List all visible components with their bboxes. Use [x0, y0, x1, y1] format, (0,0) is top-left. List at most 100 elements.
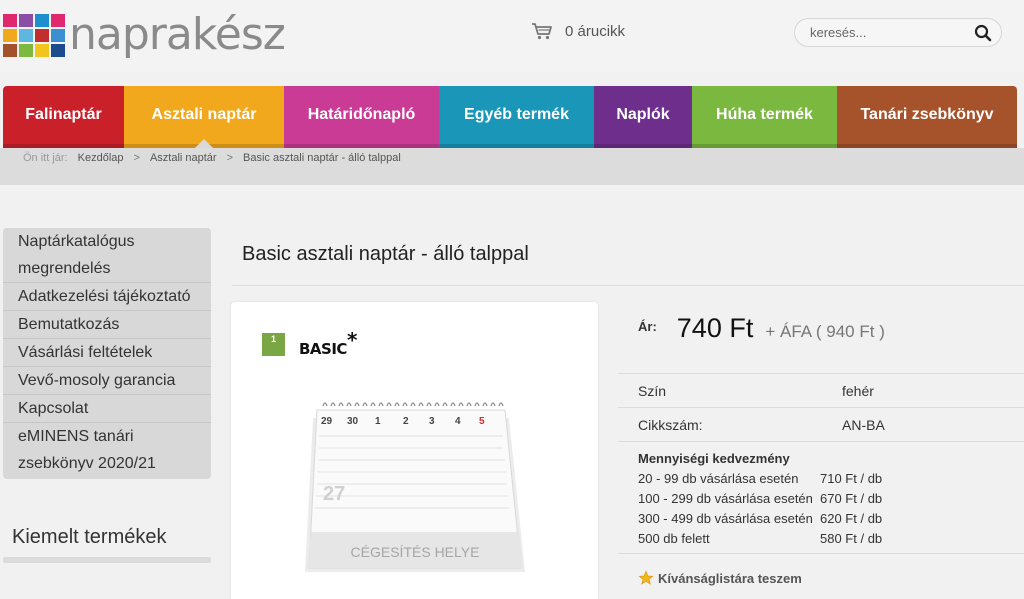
sidebar-item-bemutatkozas[interactable]: Bemutatkozás [3, 311, 211, 339]
sidebar-item-eminens[interactable]: eMINENS tanári zsebkönyv 2020/21 [3, 423, 211, 479]
nav-item-label: Tanári zsebkönyv [860, 106, 994, 123]
calendar-day: 30 [347, 416, 359, 427]
brand-badge: 1 [262, 333, 285, 356]
discount-title: Mennyiségi kedvezmény [638, 451, 790, 466]
discount-price: 710 Ft / db [820, 471, 883, 486]
logo-text: naprakész [69, 9, 286, 60]
print-area-label: CÉGESÍTÉS HELYE [351, 544, 480, 560]
search-input[interactable] [810, 25, 960, 40]
calendar-day: 1 [375, 416, 381, 427]
product-image[interactable]: 1 BASIC* 29 30 1 2 3 4 5 27 CÉGESÍTÉS HE… [231, 302, 598, 599]
search-icon[interactable] [974, 24, 992, 42]
price-label: Ár: [638, 319, 657, 334]
breadcrumb-home-link[interactable]: Kezdőlap [78, 152, 124, 164]
cart-icon [532, 23, 552, 40]
brand-badge-number: 1 [270, 334, 276, 344]
logo-square [35, 13, 49, 27]
title-divider [232, 285, 1024, 286]
breadcrumb-prefix: Ön itt jár: [23, 152, 68, 164]
price-row: Ár: 740 Ft + ÁFA ( 940 Ft ) [638, 313, 885, 344]
logo-square [19, 28, 33, 42]
discount-price: 580 Ft / db [820, 531, 883, 546]
discount-row: 300 - 499 db vásárlása esetén 620 Ft / d… [638, 509, 1024, 529]
sidebar-item-vasarlasi-feltetelek[interactable]: Vásárlási feltételek [3, 339, 211, 367]
discount-qty: 100 - 299 db vásárlása esetén [638, 491, 813, 506]
discount-qty: 300 - 499 db vásárlása esetén [638, 511, 813, 526]
brand-logo-text: BASIC [299, 340, 347, 358]
attribute-row-color: Szín fehér [618, 373, 1024, 407]
calendar-day: 29 [321, 416, 333, 427]
nav-item-tanari-zsebkonyv[interactable]: Tanári zsebkönyv [837, 86, 1017, 148]
price-gross: + ÁFA ( 940 Ft ) [765, 322, 885, 341]
breadcrumb-separator: > [226, 152, 234, 164]
discount-row: 20 - 99 db vásárlása esetén 710 Ft / db [638, 469, 1024, 489]
discount-price: 670 Ft / db [820, 491, 883, 506]
cart-count-label: 0 árucikk [565, 22, 626, 40]
attribute-row-sku: Cikkszám: AN-BA [618, 407, 1024, 441]
logo-square [35, 28, 49, 42]
nav-item-label: Határidőnapló [307, 106, 416, 123]
nav-item-label: Húha termék [716, 106, 813, 123]
nav-item-huha-termek[interactable]: Húha termék [692, 86, 837, 148]
sidebar-item-kapcsolat[interactable]: Kapcsolat [3, 395, 211, 423]
price-net: 740 Ft [676, 313, 754, 343]
logo-square [51, 28, 65, 42]
nav-item-asztali-naptar[interactable]: Asztali naptár [124, 86, 284, 148]
header: naprakész 0 árucikk [0, 0, 1024, 72]
discount-qty: 20 - 99 db vásárlása esetén [638, 471, 799, 486]
sidebar-item-naptarkatalogus[interactable]: Naptárkatalógus megrendelés [3, 228, 211, 283]
logo-square [19, 43, 33, 57]
brand-logo: BASIC* [299, 328, 357, 364]
add-to-wishlist-link[interactable]: Kívánságlistára teszem [638, 570, 802, 586]
sidebar-menu: Naptárkatalógus megrendelés Adatkezelési… [3, 228, 211, 479]
star-icon [638, 570, 654, 585]
logo-squares-icon [3, 13, 65, 57]
main-nav: Falinaptár Asztali naptár Határidőnapló … [3, 86, 1017, 148]
site-logo[interactable]: naprakész [3, 9, 286, 60]
logo-square [51, 43, 65, 57]
nav-item-naplok[interactable]: Naplók [594, 86, 692, 148]
discount-qty: 500 db felett [638, 531, 710, 546]
logo-square [3, 13, 17, 27]
sidebar-item-vevo-mosoly[interactable]: Vevő-mosoly garancia [3, 367, 211, 395]
attribute-value: AN-BA [842, 416, 885, 433]
quantity-discount: Mennyiségi kedvezmény 20 - 99 db vásárlá… [618, 441, 1024, 554]
breadcrumb-current: Basic asztali naptár - álló talppal [243, 152, 401, 164]
cart-link[interactable]: 0 árucikk [531, 22, 625, 40]
attribute-key: Cikkszám: [638, 416, 703, 433]
nav-item-hataridonaplo[interactable]: Határidőnapló [284, 86, 439, 148]
logo-square [3, 43, 17, 57]
discount-row: 100 - 299 db vásárlása esetén 670 Ft / d… [638, 489, 1024, 509]
asterisk-icon: * [346, 328, 357, 352]
product-title: Basic asztali naptár - álló talppal [242, 243, 529, 265]
attribute-value: fehér [842, 382, 874, 399]
calendar-day: 4 [455, 416, 461, 427]
breadcrumb-category-link[interactable]: Asztali naptár [150, 152, 217, 164]
nav-item-label: Falinaptár [25, 106, 102, 123]
logo-square [19, 13, 33, 27]
sidebar-item-adatkezelesi[interactable]: Adatkezelési tájékoztató [3, 283, 211, 311]
breadcrumb: Ön itt jár: Kezdőlap > Asztali naptár > … [23, 152, 401, 164]
logo-square [51, 13, 65, 27]
calendar-day: 2 [403, 416, 409, 427]
calendar-day: 5 [479, 416, 485, 427]
search-box [794, 18, 1002, 47]
nav-item-label: Asztali naptár [151, 106, 257, 123]
wishlist-label: Kívánságlistára teszem [658, 570, 802, 586]
breadcrumb-band: Ön itt jár: Kezdőlap > Asztali naptár > … [0, 148, 1024, 185]
calendar-day: 3 [429, 416, 435, 427]
nav-item-label: Naplók [616, 106, 670, 123]
featured-products-title: Kiemelt termékek [12, 526, 167, 548]
logo-square [3, 28, 17, 42]
featured-divider [3, 557, 211, 563]
discount-row: 500 db felett 580 Ft / db [638, 529, 1024, 549]
nav-item-egyeb-termek[interactable]: Egyéb termék [439, 86, 594, 148]
discount-price: 620 Ft / db [820, 511, 883, 526]
logo-square [35, 43, 49, 57]
nav-item-falinaptar[interactable]: Falinaptár [3, 86, 124, 148]
calendar-big-day: 27 [323, 483, 345, 505]
product-attributes: Szín fehér Cikkszám: AN-BA Mennyiségi ke… [618, 373, 1024, 554]
nav-item-label: Egyéb termék [464, 106, 569, 123]
calendar-illustration: 29 30 1 2 3 4 5 27 CÉGESÍTÉS HELYE [305, 402, 525, 572]
attribute-key: Szín [638, 382, 667, 399]
